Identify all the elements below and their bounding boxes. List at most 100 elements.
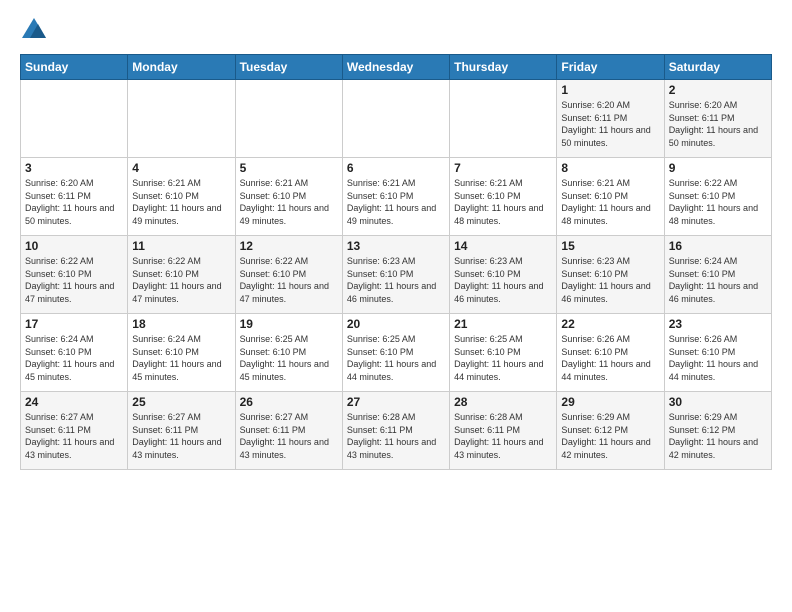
day-cell: 6 Sunrise: 6:21 AM Sunset: 6:10 PM Daylig… [342,158,449,236]
day-info: Sunrise: 6:25 AM Sunset: 6:10 PM Dayligh… [347,333,445,383]
day-number: 24 [25,395,123,409]
day-number: 23 [669,317,767,331]
day-cell: 19Sunrise: 6:25 AM Sunset: 6:10 PM Dayli… [235,314,342,392]
day-cell: 12 Sunrise: 6:22 AM Sunset: 6:10 PM Dayli… [235,236,342,314]
day-info: Sunrise: 6:26 AM Sunset: 6:10 PM Dayligh… [669,333,767,383]
day-info: Sunrise: 6:28 AM Sunset: 6:11 PM Dayligh… [347,411,445,461]
day-number: 9 [669,161,767,175]
day-info: Sunrise: 6:23 AM Sunset: 6:10 PM Dayligh… [454,255,552,305]
day-number: 8 [561,161,659,175]
day-info: Sunrise: 6:22 AM Sunset: 6:10 PM Dayligh… [132,255,230,305]
day-header-saturday: Saturday [664,55,771,80]
day-number: 5 [240,161,338,175]
day-info: Sunrise: 6:22 AM Sunset: 6:10 PM Dayligh… [669,177,767,227]
day-number: 4 [132,161,230,175]
day-info: Sunrise: 6:20 AM Sunset: 6:11 PM Dayligh… [25,177,123,227]
day-cell: 25Sunrise: 6:27 AM Sunset: 6:11 PM Dayli… [128,392,235,470]
day-number: 18 [132,317,230,331]
day-number: 12 [240,239,338,253]
day-number: 14 [454,239,552,253]
day-cell: 21 Sunrise: 6:25 AM Sunset: 6:10 PM Dayli… [450,314,557,392]
day-info: Sunrise: 6:22 AM Sunset: 6:10 PM Dayligh… [240,255,338,305]
day-cell: 26 Sunrise: 6:27 AM Sunset: 6:11 PM Dayli… [235,392,342,470]
day-info: Sunrise: 6:27 AM Sunset: 6:11 PM Dayligh… [240,411,338,461]
day-cell: 16Sunrise: 6:24 AM Sunset: 6:10 PM Dayli… [664,236,771,314]
day-number: 26 [240,395,338,409]
week-row-4: 17 Sunrise: 6:24 AM Sunset: 6:10 PM Dayli… [21,314,772,392]
day-cell [21,80,128,158]
calendar-header-row: SundayMondayTuesdayWednesdayThursdayFrid… [21,55,772,80]
day-info: Sunrise: 6:23 AM Sunset: 6:10 PM Dayligh… [347,255,445,305]
day-number: 27 [347,395,445,409]
day-number: 29 [561,395,659,409]
day-info: Sunrise: 6:24 AM Sunset: 6:10 PM Dayligh… [669,255,767,305]
day-number: 1 [561,83,659,97]
day-info: Sunrise: 6:21 AM Sunset: 6:10 PM Dayligh… [347,177,445,227]
week-row-1: 1 Sunrise: 6:20 AM Sunset: 6:11 PM Daylig… [21,80,772,158]
day-cell: 11 Sunrise: 6:22 AM Sunset: 6:10 PM Dayli… [128,236,235,314]
day-info: Sunrise: 6:21 AM Sunset: 6:10 PM Dayligh… [132,177,230,227]
day-cell: 15 Sunrise: 6:23 AM Sunset: 6:10 PM Dayli… [557,236,664,314]
day-info: Sunrise: 6:25 AM Sunset: 6:10 PM Dayligh… [454,333,552,383]
day-cell [450,80,557,158]
day-number: 28 [454,395,552,409]
day-info: Sunrise: 6:23 AM Sunset: 6:10 PM Dayligh… [561,255,659,305]
day-header-thursday: Thursday [450,55,557,80]
day-info: Sunrise: 6:24 AM Sunset: 6:10 PM Dayligh… [25,333,123,383]
week-row-3: 10 Sunrise: 6:22 AM Sunset: 6:10 PM Dayli… [21,236,772,314]
day-cell: 4 Sunrise: 6:21 AM Sunset: 6:10 PM Daylig… [128,158,235,236]
day-cell: 5 Sunrise: 6:21 AM Sunset: 6:10 PM Daylig… [235,158,342,236]
day-cell: 27 Sunrise: 6:28 AM Sunset: 6:11 PM Dayli… [342,392,449,470]
day-cell: 30 Sunrise: 6:29 AM Sunset: 6:12 PM Dayli… [664,392,771,470]
day-cell [128,80,235,158]
header [20,16,772,44]
week-row-5: 24 Sunrise: 6:27 AM Sunset: 6:11 PM Dayli… [21,392,772,470]
day-header-monday: Monday [128,55,235,80]
day-info: Sunrise: 6:21 AM Sunset: 6:10 PM Dayligh… [240,177,338,227]
calendar-body: 1 Sunrise: 6:20 AM Sunset: 6:11 PM Daylig… [21,80,772,470]
day-number: 21 [454,317,552,331]
day-cell: 22Sunrise: 6:26 AM Sunset: 6:10 PM Dayli… [557,314,664,392]
day-header-tuesday: Tuesday [235,55,342,80]
day-info: Sunrise: 6:24 AM Sunset: 6:10 PM Dayligh… [132,333,230,383]
day-cell: 8 Sunrise: 6:21 AM Sunset: 6:10 PM Daylig… [557,158,664,236]
day-number: 19 [240,317,338,331]
day-cell: 3 Sunrise: 6:20 AM Sunset: 6:11 PM Daylig… [21,158,128,236]
logo-icon [20,16,48,44]
day-cell: 23 Sunrise: 6:26 AM Sunset: 6:10 PM Dayli… [664,314,771,392]
day-info: Sunrise: 6:21 AM Sunset: 6:10 PM Dayligh… [561,177,659,227]
day-cell: 20Sunrise: 6:25 AM Sunset: 6:10 PM Dayli… [342,314,449,392]
day-number: 2 [669,83,767,97]
day-number: 10 [25,239,123,253]
day-number: 7 [454,161,552,175]
day-number: 13 [347,239,445,253]
day-info: Sunrise: 6:29 AM Sunset: 6:12 PM Dayligh… [669,411,767,461]
day-info: Sunrise: 6:21 AM Sunset: 6:10 PM Dayligh… [454,177,552,227]
page: SundayMondayTuesdayWednesdayThursdayFrid… [0,0,792,480]
day-info: Sunrise: 6:22 AM Sunset: 6:10 PM Dayligh… [25,255,123,305]
day-info: Sunrise: 6:20 AM Sunset: 6:11 PM Dayligh… [561,99,659,149]
day-cell: 1 Sunrise: 6:20 AM Sunset: 6:11 PM Daylig… [557,80,664,158]
week-row-2: 3 Sunrise: 6:20 AM Sunset: 6:11 PM Daylig… [21,158,772,236]
day-header-sunday: Sunday [21,55,128,80]
day-cell: 2Sunrise: 6:20 AM Sunset: 6:11 PM Daylig… [664,80,771,158]
day-number: 3 [25,161,123,175]
day-number: 15 [561,239,659,253]
day-info: Sunrise: 6:27 AM Sunset: 6:11 PM Dayligh… [25,411,123,461]
day-info: Sunrise: 6:29 AM Sunset: 6:12 PM Dayligh… [561,411,659,461]
day-number: 17 [25,317,123,331]
day-number: 25 [132,395,230,409]
day-cell: 9 Sunrise: 6:22 AM Sunset: 6:10 PM Daylig… [664,158,771,236]
day-cell: 13 Sunrise: 6:23 AM Sunset: 6:10 PM Dayli… [342,236,449,314]
day-info: Sunrise: 6:28 AM Sunset: 6:11 PM Dayligh… [454,411,552,461]
day-info: Sunrise: 6:26 AM Sunset: 6:10 PM Dayligh… [561,333,659,383]
logo [20,16,50,44]
day-cell [235,80,342,158]
day-number: 11 [132,239,230,253]
day-header-friday: Friday [557,55,664,80]
day-cell [342,80,449,158]
day-cell: 29 Sunrise: 6:29 AM Sunset: 6:12 PM Dayli… [557,392,664,470]
day-cell: 17 Sunrise: 6:24 AM Sunset: 6:10 PM Dayli… [21,314,128,392]
day-number: 6 [347,161,445,175]
day-number: 30 [669,395,767,409]
